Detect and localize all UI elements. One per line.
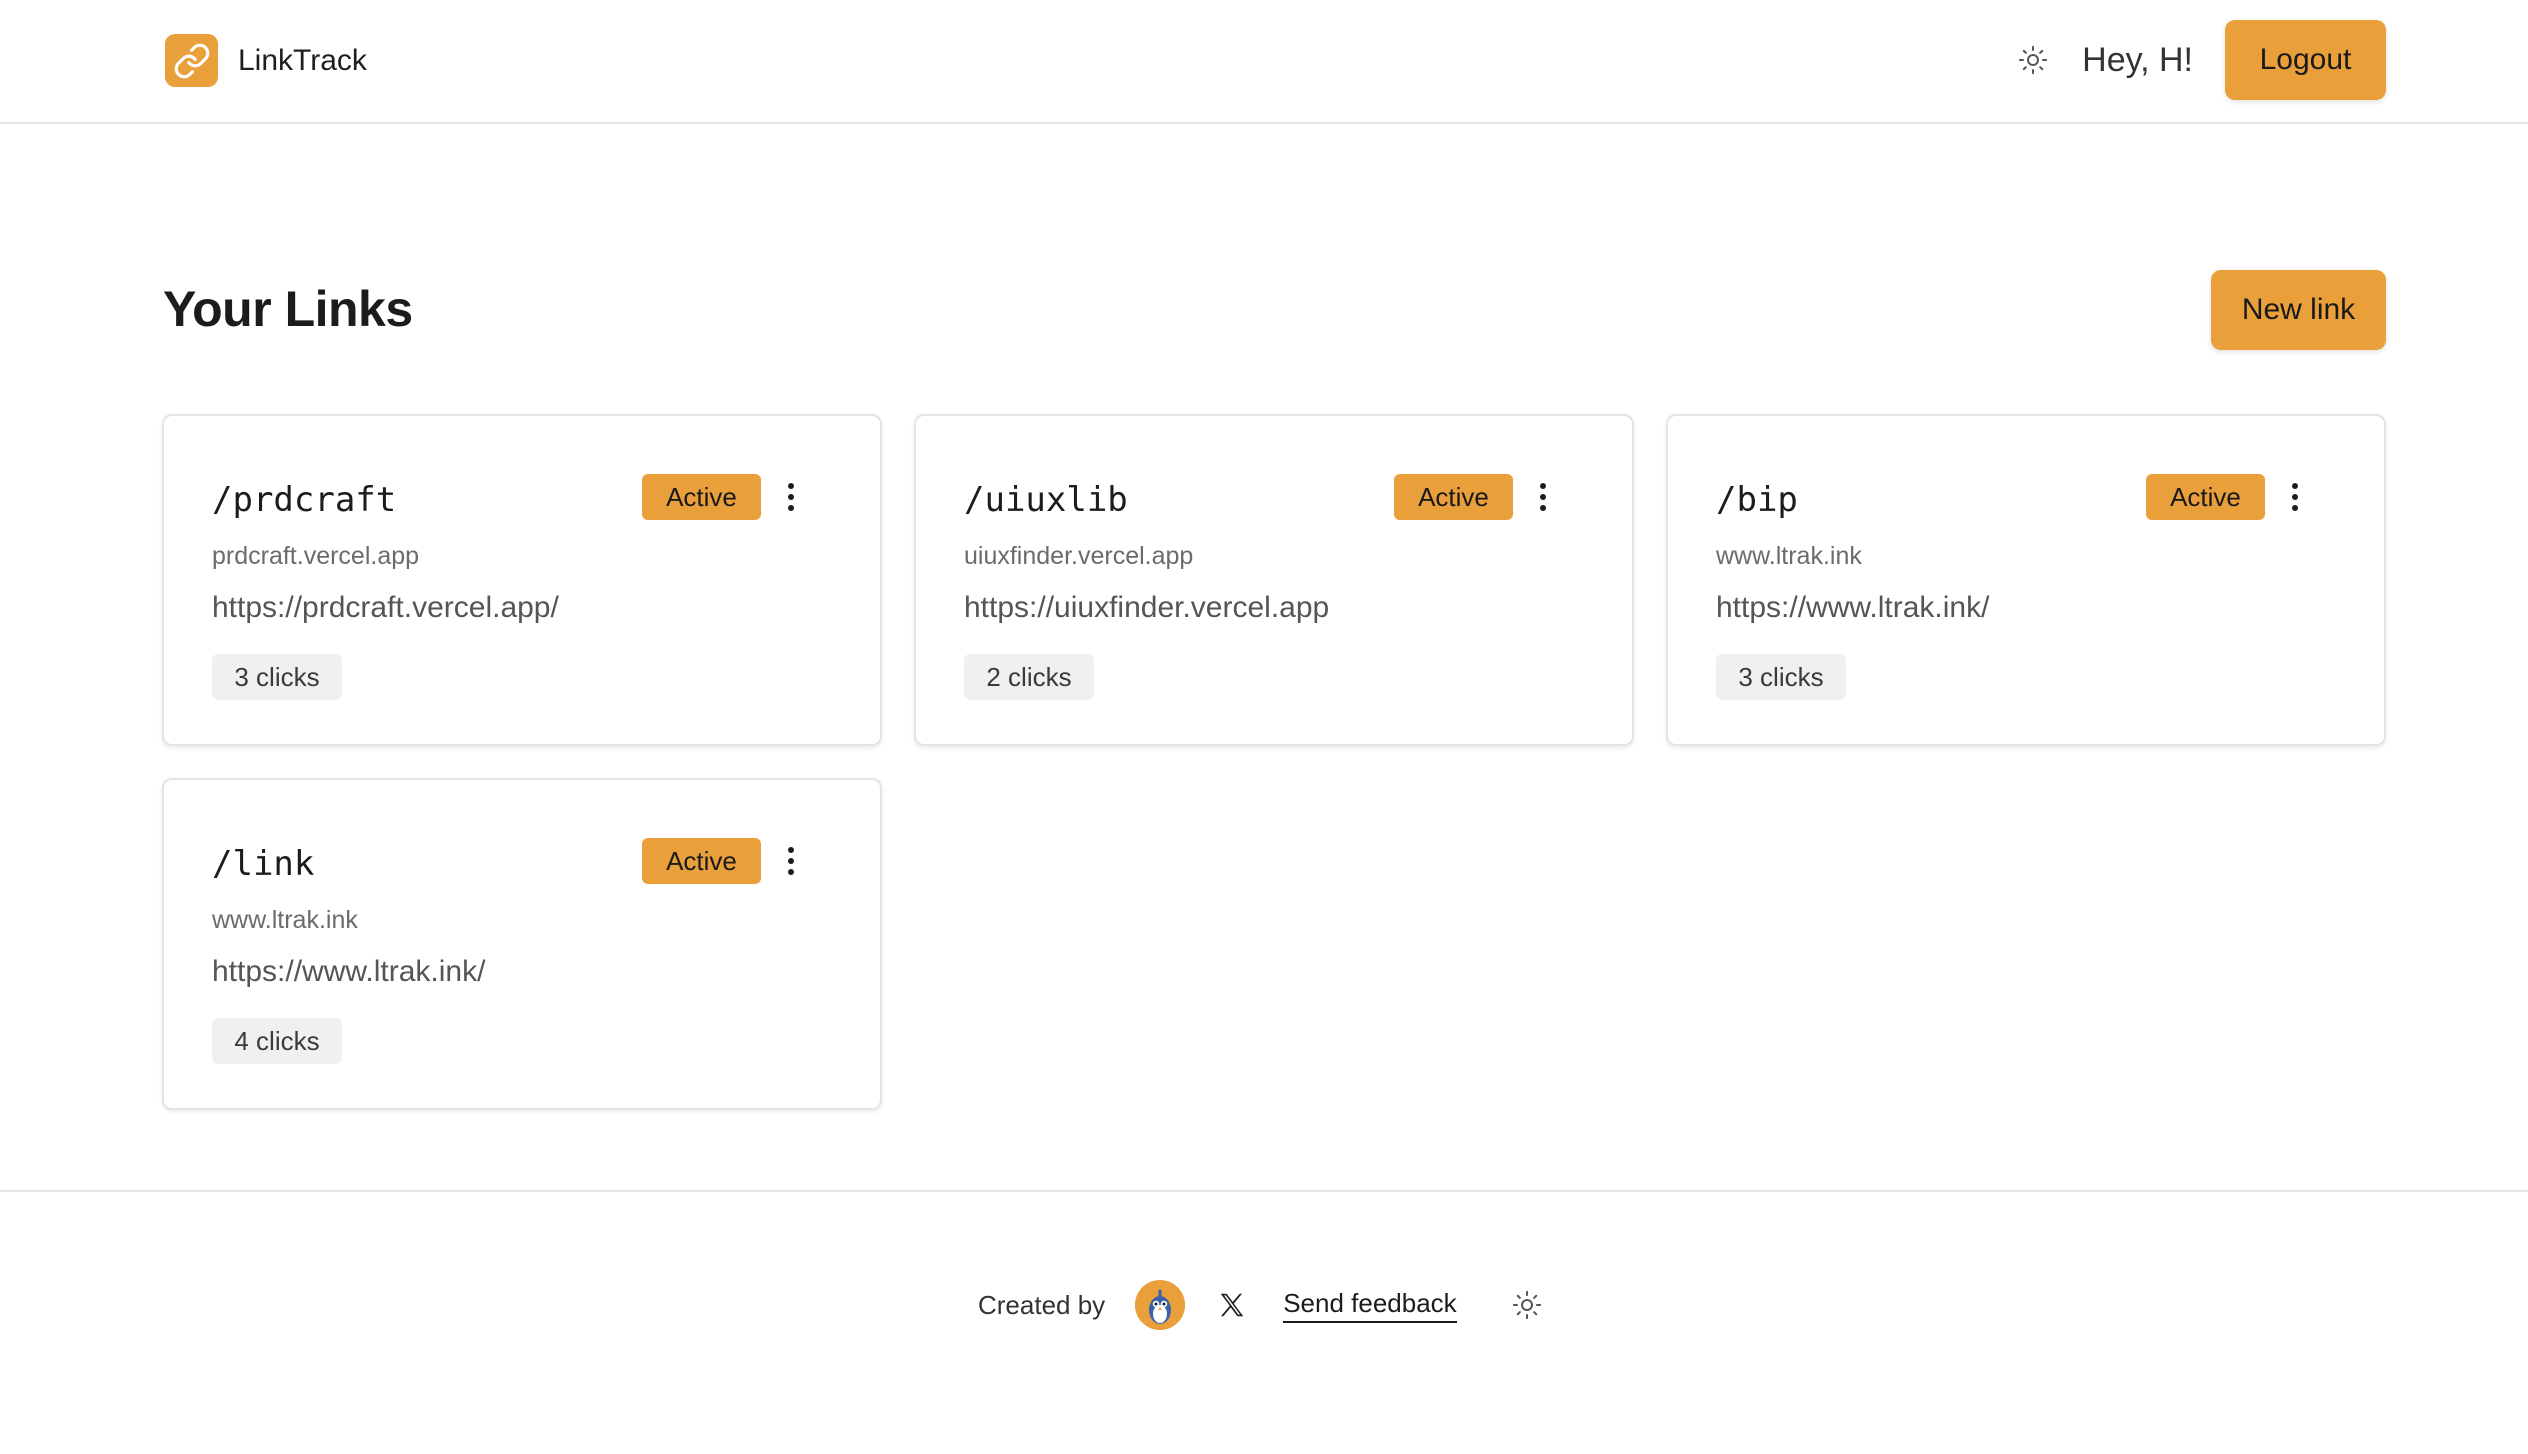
clicks-badge: 4 clicks	[212, 1018, 342, 1064]
clicks-badge: 3 clicks	[212, 654, 342, 700]
link-slug: /link	[212, 844, 315, 884]
link-slug: /prdcraft	[212, 480, 397, 520]
link-card[interactable]: /prdcraft Active prdcraft.vercel.app htt…	[162, 414, 882, 746]
more-vertical-icon[interactable]	[1534, 478, 1552, 516]
link-destination-url[interactable]: https://uiuxfinder.vercel.app	[964, 591, 1329, 625]
top-navbar: LinkTrack Hey, H! Logout	[0, 0, 2528, 124]
clicks-badge: 3 clicks	[1716, 654, 1846, 700]
brand[interactable]: LinkTrack	[165, 34, 367, 87]
link-card[interactable]: /bip Active www.ltrak.ink https://www.lt…	[1666, 414, 2386, 746]
more-vertical-icon[interactable]	[782, 842, 800, 880]
page-title: Your Links	[163, 281, 413, 337]
x-icon[interactable]	[1215, 1288, 1249, 1322]
link-slug: /bip	[1716, 480, 1798, 520]
link-card[interactable]: /link Active www.ltrak.ink https://www.l…	[162, 778, 882, 1110]
status-badge: Active	[642, 838, 761, 884]
link-domain: www.ltrak.ink	[1716, 542, 1862, 570]
status-badge: Active	[1394, 474, 1513, 520]
link-domain: www.ltrak.ink	[212, 906, 358, 934]
link-destination-url[interactable]: https://prdcraft.vercel.app/	[212, 591, 559, 625]
avatar[interactable]	[1135, 1280, 1186, 1330]
sun-icon[interactable]	[2016, 43, 2050, 77]
footer-row: Created by Send feedback	[978, 1280, 1543, 1330]
status-badge: Active	[2146, 474, 2265, 520]
more-vertical-icon[interactable]	[782, 478, 800, 516]
clicks-badge: 2 clicks	[964, 654, 1094, 700]
link-domain: uiuxfinder.vercel.app	[964, 542, 1194, 570]
greeting-text: Hey, H!	[2082, 40, 2193, 79]
link-destination-url[interactable]: https://www.ltrak.ink/	[1716, 591, 1989, 625]
created-by-text: Created by	[978, 1289, 1106, 1320]
sun-icon[interactable]	[1511, 1289, 1543, 1321]
link-logo-icon	[165, 34, 218, 87]
send-feedback-link[interactable]: Send feedback	[1283, 1288, 1457, 1323]
new-link-button[interactable]: New link	[2211, 270, 2386, 350]
link-destination-url[interactable]: https://www.ltrak.ink/	[212, 955, 485, 989]
logout-button[interactable]: Logout	[2225, 20, 2386, 100]
link-domain: prdcraft.vercel.app	[212, 542, 420, 570]
status-badge: Active	[642, 474, 761, 520]
link-slug: /uiuxlib	[964, 480, 1128, 520]
more-vertical-icon[interactable]	[2286, 478, 2304, 516]
header-actions: Hey, H! Logout	[2016, 20, 2386, 100]
link-card[interactable]: /uiuxlib Active uiuxfinder.vercel.app ht…	[914, 414, 1634, 746]
app-name: LinkTrack	[238, 43, 367, 77]
footer: Created by Send feedback	[0, 1190, 2528, 1454]
